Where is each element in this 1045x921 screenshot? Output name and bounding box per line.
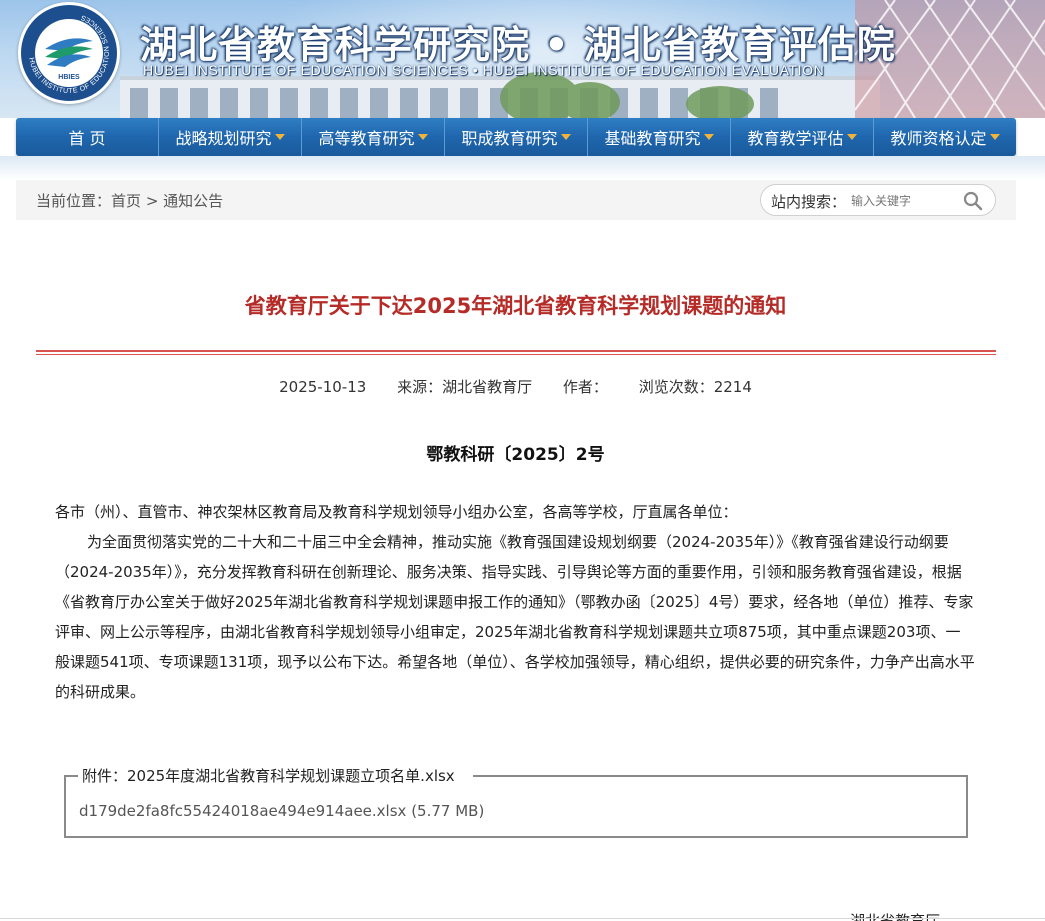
nav-item-strategy[interactable]: 战略规划研究	[159, 118, 302, 156]
breadcrumb-label: 当前位置：	[36, 192, 112, 210]
nav-item-higher-education[interactable]: 高等教育研究	[302, 118, 445, 156]
article-title: 省教育厅关于下达2025年湖北省教育科学规划课题的通知	[244, 294, 787, 318]
nav-item-label: 基础教育研究	[604, 129, 701, 148]
caret-down-icon	[560, 134, 571, 140]
view-count: 浏览次数：2214	[638, 378, 752, 396]
svg-text:HBIES: HBIES	[58, 74, 80, 81]
breadcrumb-notices-link[interactable]: 通知公告	[163, 192, 223, 210]
caret-down-icon	[703, 134, 714, 140]
title-divider	[36, 350, 996, 355]
bottom-divider	[0, 918, 1045, 919]
nav-item-basic-education[interactable]: 基础教育研究	[588, 118, 731, 156]
caret-down-icon	[417, 134, 428, 140]
search-input[interactable]	[851, 191, 951, 211]
article-body: 各市（州）、直管市、神农架林区教育局及教育科学规划领导小组办公室，各高等学校，厅…	[55, 497, 975, 707]
location-bar: 当前位置：首页 > 通知公告 站内搜索：	[16, 180, 1016, 220]
nav-item-teacher-certification[interactable]: 教师资格认定	[874, 118, 1016, 156]
publish-date: 2025-10-13	[279, 378, 367, 396]
search-label: 站内搜索：	[771, 193, 847, 211]
nav-item-label: 战略规划研究	[175, 129, 272, 148]
nav-item-label: 职成教育研究	[461, 129, 558, 148]
nav-item-label: 高等教育研究	[318, 129, 415, 148]
nav-item-label: 首 页	[68, 129, 106, 148]
caret-down-icon	[274, 134, 285, 140]
article-source: 来源：湖北省教育厅	[397, 378, 533, 396]
site-title: 湖北省教育科学研究院 • 湖北省教育评估院	[140, 22, 896, 67]
salutation: 各市（州）、直管市、神农架林区教育局及教育科学规划领导小组办公室，各高等学校，厅…	[55, 503, 738, 521]
body-paragraph: 为全面贯彻落实党的二十大和二十届三中全会精神，推动实施《教育强国建设规划纲要（2…	[55, 533, 975, 701]
attachment-border-right	[473, 775, 968, 777]
article-author: 作者：	[562, 378, 608, 396]
site-banner: HUBEI INSTITUTE OF EDUCATION SCIENCES HB…	[0, 0, 1045, 118]
caret-down-icon	[989, 134, 1000, 140]
caret-down-icon	[846, 134, 857, 140]
institute-logo[interactable]: HUBEI INSTITUTE OF EDUCATION SCIENCES HB…	[18, 2, 120, 104]
attachment-file-size: (5.77 MB)	[411, 802, 485, 820]
main-nav: 首 页 战略规划研究 高等教育研究 职成教育研究 基础教育研究 教育教学评估 教…	[16, 118, 1016, 156]
breadcrumb: 当前位置：首页 > 通知公告	[36, 190, 223, 211]
site-subtitle: HUBEI INSTITUTE OF EDUCATION SCIENCES • …	[143, 62, 825, 78]
attachment-file: d179de2fa8fc55424018ae494e914aee.xlsx (5…	[79, 802, 484, 820]
search-icon[interactable]	[963, 191, 983, 211]
breadcrumb-separator: >	[145, 192, 159, 210]
document-number: 鄂教科研〔2025〕2号	[426, 445, 605, 465]
nav-item-label: 教师资格认定	[890, 129, 987, 148]
article-meta: 2025-10-13 来源：湖北省教育厅 作者： 浏览次数：2214	[0, 376, 1031, 397]
attachment-border-left	[64, 775, 78, 777]
nav-item-label: 教育教学评估	[747, 129, 844, 148]
attachment-legend: 附件：2025年度湖北省教育科学规划课题立项名单.xlsx	[81, 765, 456, 786]
article-signature: 湖北省教育厅	[850, 912, 941, 921]
breadcrumb-home-link[interactable]: 首页	[111, 192, 141, 210]
logo-emblem: HBIES	[35, 19, 103, 87]
nav-item-evaluation[interactable]: 教育教学评估	[731, 118, 874, 156]
banner-fade	[0, 156, 1045, 180]
nav-item-home[interactable]: 首 页	[16, 118, 159, 156]
attachment-box: 附件：2025年度湖北省教育科学规划课题立项名单.xlsx d179de2fa8…	[64, 765, 968, 838]
site-search: 站内搜索：	[760, 184, 996, 216]
logo-wing-icon: HBIES	[45, 38, 93, 81]
attachment-download-link[interactable]: d179de2fa8fc55424018ae494e914aee.xlsx	[79, 802, 406, 820]
nav-item-vocational[interactable]: 职成教育研究	[445, 118, 588, 156]
